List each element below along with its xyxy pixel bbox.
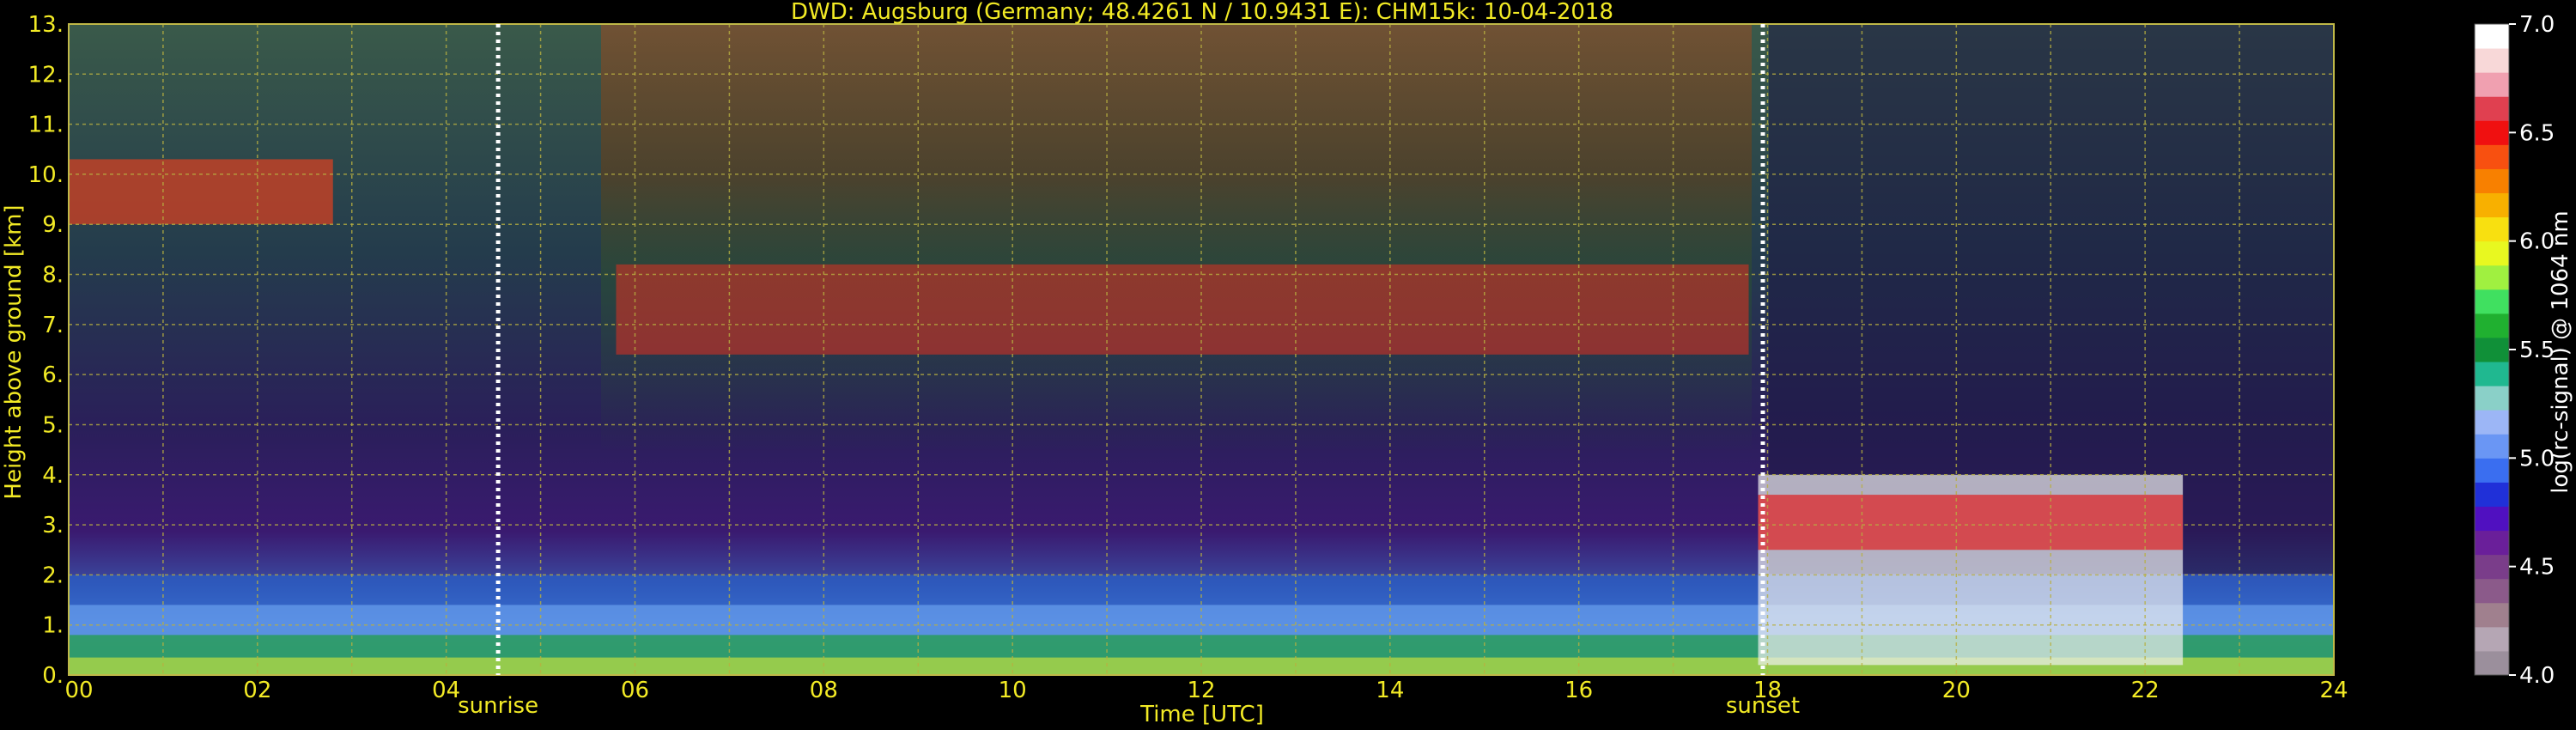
y-tick-label: 6. xyxy=(42,362,64,388)
colorbar-swatch xyxy=(2475,554,2509,580)
colorbar-swatch xyxy=(2475,120,2509,145)
y-tick-label: 12. xyxy=(28,62,64,88)
x-tick-label: 22 xyxy=(2131,678,2160,703)
x-axis-label: Time [UTC] xyxy=(1139,702,1264,727)
x-tick-label: 00 xyxy=(64,678,93,703)
y-tick-label: 9. xyxy=(42,212,64,238)
colorbar-swatch xyxy=(2475,265,2509,290)
colorbar-swatch xyxy=(2475,192,2509,218)
colorbar-swatch xyxy=(2475,362,2509,386)
colorbar-swatch xyxy=(2475,506,2509,532)
x-tick-label: 24 xyxy=(2319,678,2348,703)
colorbar-swatch xyxy=(2475,289,2509,314)
colorbar-tick-label: 6.5 xyxy=(2519,120,2555,146)
y-tick-label: 3. xyxy=(42,513,64,538)
colorbar-swatch xyxy=(2475,458,2509,483)
colorbar-swatch xyxy=(2475,144,2509,169)
sunrise-label: sunrise xyxy=(458,693,538,719)
y-axis-ticks: 0. 1. 2. 3. 4. 5. 6. 7. 8. 9. 10. 11. 12. 13. xyxy=(28,12,64,689)
y-tick-label: 8. xyxy=(42,263,64,289)
colorbar-swatch xyxy=(2475,48,2509,73)
x-tick-label: 06 xyxy=(621,678,649,703)
x-tick-label: 18 xyxy=(1753,678,1782,703)
y-tick-label: 0. xyxy=(42,663,64,689)
x-tick-label: 20 xyxy=(1942,678,1971,703)
colorbar-swatch xyxy=(2475,240,2509,266)
colorbar-swatch xyxy=(2475,313,2509,338)
y-axis-label: Height above ground [km] xyxy=(1,204,27,499)
x-tick-label: 10 xyxy=(999,678,1027,703)
y-tick-label: 2. xyxy=(42,563,64,588)
x-tick-label: 02 xyxy=(243,678,271,703)
colorbar-tick-label: 4.5 xyxy=(2519,555,2555,581)
colorbar-swatch xyxy=(2475,650,2509,676)
colorbar-tick-label: 7.0 xyxy=(2519,12,2555,38)
colorbar-swatch xyxy=(2475,337,2509,362)
colorbar-swatch xyxy=(2475,386,2509,411)
x-tick-label: 12 xyxy=(1187,678,1215,703)
feature-cirrus-early-0 xyxy=(69,159,333,225)
colorbar-swatches xyxy=(2475,24,2509,676)
colorbar-swatch xyxy=(2475,530,2509,556)
x-tick-label: 14 xyxy=(1376,678,1404,703)
colorbar-swatch xyxy=(2475,626,2509,652)
colorbar-swatch xyxy=(2475,72,2509,97)
colorbar-swatch xyxy=(2475,96,2509,121)
colorbar-swatch xyxy=(2475,578,2509,604)
y-tick-label: 10. xyxy=(28,162,64,188)
y-tick-label: 7. xyxy=(42,313,64,338)
colorbar-swatch xyxy=(2475,24,2509,49)
x-tick-label: 08 xyxy=(810,678,838,703)
chart-title: DWD: Augsburg (Germany; 48.4261 N / 10.9… xyxy=(791,0,1613,25)
feature-mixed-layer-evening-1 xyxy=(1758,495,2184,551)
colorbar-swatch xyxy=(2475,482,2509,507)
colorbar-tick-label: 4.0 xyxy=(2519,663,2555,689)
ceilometer-chart: sunrise sunset 00 02 04 06 08 10 12 14 16 18 20 22 24… xyxy=(1,0,2573,727)
x-tick-label: 04 xyxy=(432,678,460,703)
colorbar-label: log(rc-signal) @ 1064 nm xyxy=(2548,210,2573,493)
colorbar-swatch xyxy=(2475,602,2509,628)
y-tick-label: 5. xyxy=(42,412,64,438)
colorbar-swatch xyxy=(2475,410,2509,435)
x-axis-ticks: 00 02 04 06 08 10 12 14 16 18 20 22 24 xyxy=(64,678,2348,703)
y-tick-label: 11. xyxy=(28,113,64,138)
colorbar-swatch xyxy=(2475,434,2509,459)
y-tick-label: 13. xyxy=(28,12,64,38)
y-tick-label: 4. xyxy=(42,463,64,489)
colorbar-swatch xyxy=(2475,168,2509,194)
colorbar: 4.04.55.05.56.06.57.0 log(rc-signal) @ 1… xyxy=(2474,12,2573,689)
y-tick-label: 1. xyxy=(42,613,64,639)
x-tick-label: 16 xyxy=(1564,678,1593,703)
colorbar-swatch xyxy=(2475,216,2509,242)
